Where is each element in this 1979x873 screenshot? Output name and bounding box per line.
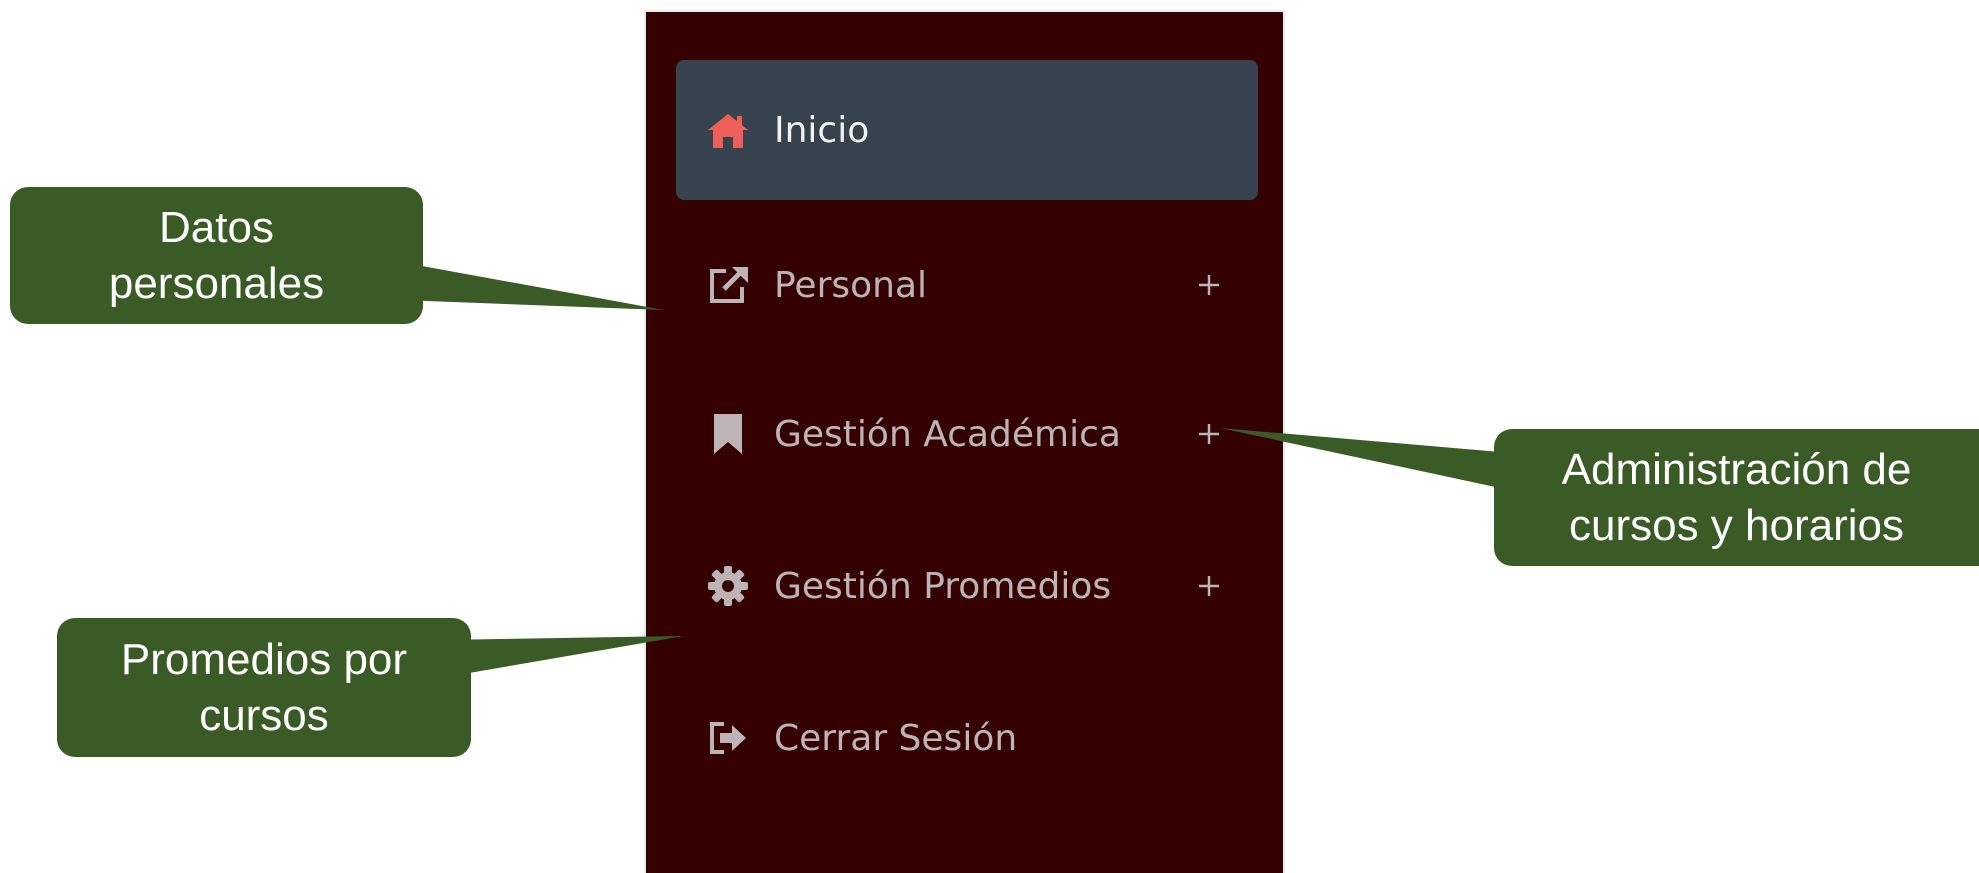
page: Inicio Personal Gestión Académica Gestió…	[0, 0, 1979, 873]
sidebar-item-label: Gestión Académica	[774, 413, 1121, 455]
sidebar-menu: Inicio Personal Gestión Académica Gestió…	[644, 10, 1285, 873]
callout-administracion-cursos: Administración de cursos y horarios	[1494, 429, 1979, 566]
external-link-icon	[704, 261, 752, 309]
callout-text-line: cursos y horarios	[1568, 500, 1904, 550]
plus-icon[interactable]	[1194, 270, 1224, 300]
sidebar-item-gestion-promedios[interactable]: Gestión Promedios	[676, 516, 1258, 656]
callout-promedios-por-cursos: Promedios por cursos	[57, 618, 471, 757]
sidebar-item-label: Cerrar Sesión	[774, 717, 1018, 759]
plus-icon[interactable]	[1194, 571, 1224, 601]
sidebar-item-label: Personal	[774, 264, 928, 306]
sidebar-item-label: Inicio	[774, 109, 870, 151]
sidebar-item-cerrar-sesion[interactable]: Cerrar Sesión	[676, 668, 1258, 808]
callout-text-line: Datos	[159, 202, 274, 252]
callout-text-line: Promedios por	[120, 634, 408, 684]
sidebar-item-gestion-academica[interactable]: Gestión Académica	[676, 364, 1258, 504]
callout-text-line: cursos	[199, 690, 329, 740]
callout-pointer-datos	[400, 262, 664, 310]
sidebar-item-inicio[interactable]: Inicio	[676, 60, 1258, 200]
sign-out-icon	[704, 714, 752, 762]
sidebar-item-label: Gestión Promedios	[774, 565, 1112, 607]
callout-text-line: personales	[108, 258, 325, 308]
plus-icon[interactable]	[1194, 419, 1224, 449]
callout-text-line: Administración de	[1561, 444, 1912, 494]
callout-datos-personales: Datos personales	[10, 187, 423, 324]
gear-icon	[704, 562, 752, 610]
bookmark-icon	[704, 410, 752, 458]
home-icon	[704, 106, 752, 154]
sidebar-item-personal[interactable]: Personal	[676, 215, 1258, 355]
